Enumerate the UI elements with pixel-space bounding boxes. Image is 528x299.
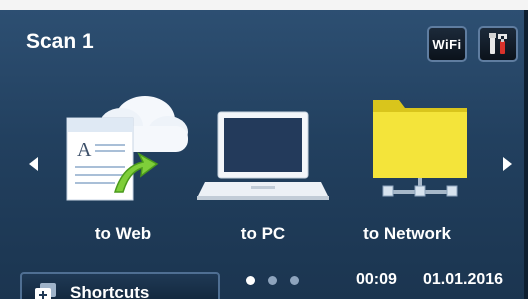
page-indicator-dot-active: [246, 276, 255, 285]
tools-icon: [489, 33, 507, 54]
cloud-upload-icon: A: [66, 96, 188, 201]
settings-button[interactable]: [478, 26, 518, 62]
next-page-arrow[interactable]: [503, 157, 512, 171]
scan-to-pc-button[interactable]: to PC: [193, 82, 333, 252]
scan-to-web-label: to Web: [94, 224, 152, 243]
network-folder-icon: [373, 100, 467, 197]
lcd-screen: Scan 1 WiFi A to Web to PC to Network Sh…: [0, 10, 528, 299]
add-shortcut-icon: [35, 283, 56, 299]
wifi-button[interactable]: WiFi: [427, 26, 467, 62]
clock-date: 01.01.2016: [423, 271, 504, 288]
page-indicator-dot: [290, 276, 299, 285]
scan-to-web-button[interactable]: A to Web: [53, 82, 193, 252]
clock-time: 00:09: [356, 271, 397, 288]
shortcuts-label: Shortcuts: [70, 283, 150, 299]
svg-text:A: A: [77, 139, 92, 161]
scan-to-network-label: to Network: [363, 224, 451, 243]
wifi-label: WiFi: [432, 36, 462, 52]
scan-to-network-button[interactable]: to Network: [337, 82, 477, 252]
shortcuts-button[interactable]: Shortcuts: [20, 272, 220, 299]
page-title: Scan 1: [26, 30, 94, 53]
previous-page-arrow[interactable]: [29, 157, 38, 171]
laptop-icon: [197, 111, 329, 200]
page-indicator-dot: [268, 276, 277, 285]
device-bezel: [0, 0, 528, 10]
scan-to-pc-label: to PC: [240, 224, 286, 243]
